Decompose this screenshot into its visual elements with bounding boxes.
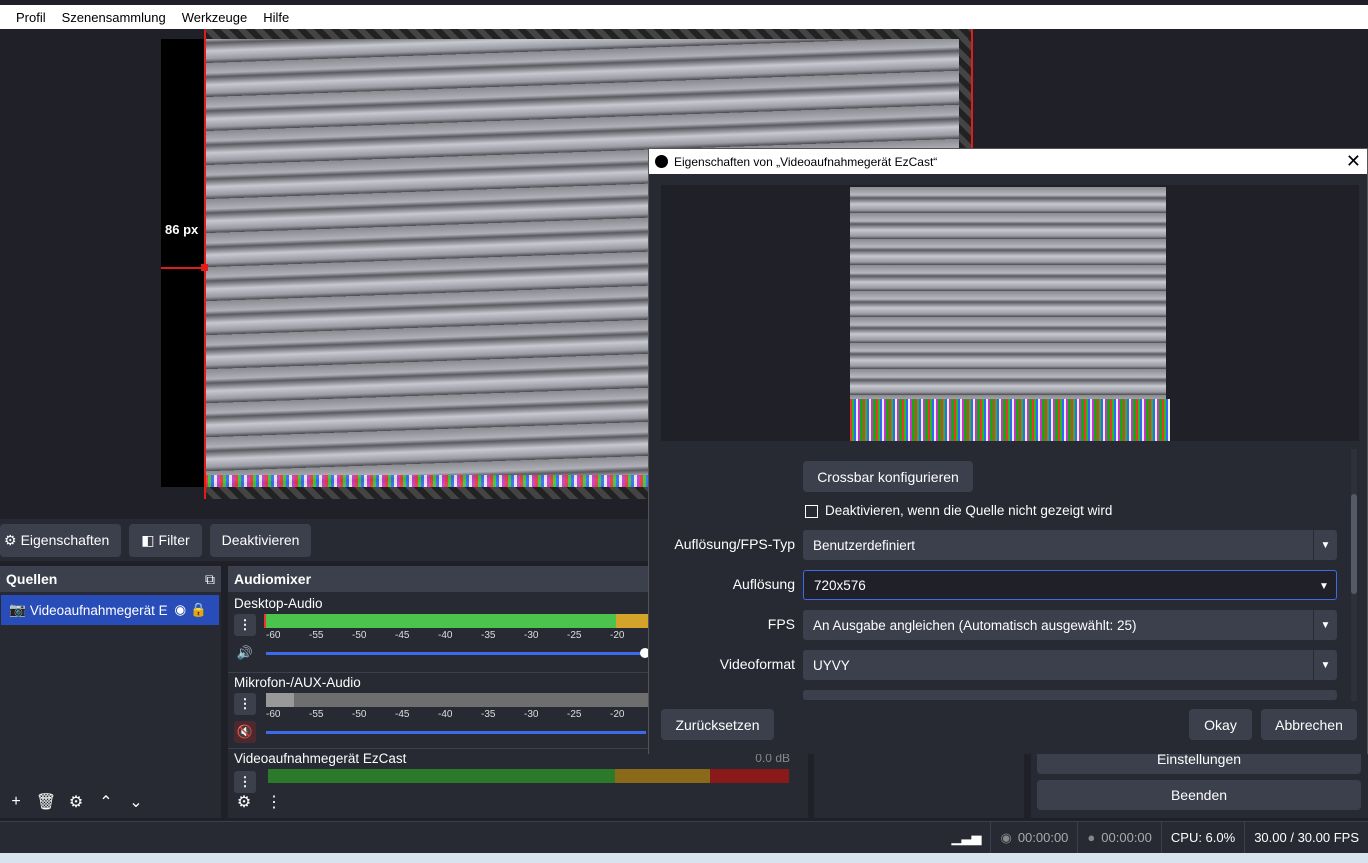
reset-button[interactable]: Zurücksetzen xyxy=(661,709,774,740)
eye-icon[interactable]: ◉ xyxy=(174,602,186,618)
deactivate-button[interactable]: Deaktivieren xyxy=(209,523,312,557)
source-item-label: Videoaufnahmegerät E xyxy=(29,602,168,618)
chevron-down-icon: ▼ xyxy=(1313,650,1337,680)
next-field-select-partial[interactable] xyxy=(803,690,1337,700)
gear-icon[interactable]: ⚙ xyxy=(64,790,88,814)
sources-bottom-bar: + 🗑 ⚙ ⌃ ⌄ xyxy=(4,790,148,814)
resolution-label: Auflösung xyxy=(732,576,795,592)
recording-status: ● 00:00:00 xyxy=(1077,821,1160,854)
fps-select[interactable]: An Ausgabe angleichen (Automatisch ausge… xyxy=(803,610,1337,640)
deactivate-checkbox[interactable] xyxy=(805,505,818,518)
advanced-audio-gear-icon[interactable]: ⚙ xyxy=(232,790,256,814)
sources-title: Quellen xyxy=(6,571,58,587)
network-signal-icon: ▁▃▅ xyxy=(951,829,982,845)
mixer-channel-capture: Videoaufnahmegerät EzCast 0.0 dB ⋮ xyxy=(228,748,808,798)
menu-profil[interactable]: Profil xyxy=(8,10,54,25)
video-format-label: Videoformat xyxy=(719,656,795,672)
speaker-icon[interactable]: 🔊 xyxy=(234,642,256,664)
distance-label: 86 px xyxy=(165,222,199,237)
video-format-value: UYVY xyxy=(813,657,850,673)
sources-dock: Quellen ⧉ 📷 Videoaufnahmegerät E ◉ 🔒 + 🗑… xyxy=(0,566,221,818)
chevron-down-icon: ▼ xyxy=(1313,610,1337,640)
resolution-type-label: Auflösung/FPS-Typ xyxy=(674,536,795,552)
deactivate-checkbox-label: Deaktivieren, wenn die Quelle nicht geze… xyxy=(825,503,1113,518)
taskbar xyxy=(0,853,1368,863)
menu-help[interactable]: Hilfe xyxy=(255,10,297,25)
resolution-value: 720x576 xyxy=(814,577,866,593)
fps-label: FPS xyxy=(767,616,795,632)
dialog-video-frame xyxy=(850,187,1170,441)
more-options-icon[interactable]: ⋮ xyxy=(234,693,256,715)
crop-hatch-top xyxy=(205,29,973,39)
dialog-title: Eigenschaften von „Videoaufnahmegerät Ez… xyxy=(674,154,938,169)
muted-speaker-icon[interactable]: 🔇 xyxy=(234,721,256,743)
meter-scale: -60 -55 -50 -45 -40 -35 -30 -25 -20 xyxy=(266,630,625,641)
resize-handle-left[interactable] xyxy=(201,264,208,271)
chevron-down-icon: ▼ xyxy=(1313,530,1337,560)
chevron-up-icon[interactable]: ⌃ xyxy=(94,790,118,814)
channel-name: Videoaufnahmegerät EzCast xyxy=(234,751,407,766)
fps-value: An Ausgabe angleichen (Automatisch ausge… xyxy=(813,617,1137,633)
channel-name: Mikrofon-/AUX-Audio xyxy=(234,675,361,690)
gear-icon: ⚙ xyxy=(4,531,17,548)
exit-button[interactable]: Beenden xyxy=(1037,780,1361,810)
menu-tools[interactable]: Werkzeuge xyxy=(174,10,256,25)
sources-dock-title: Quellen ⧉ xyxy=(0,566,221,592)
volume-meter xyxy=(268,769,789,783)
source-item[interactable]: 📷 Videoaufnahmegerät E ◉ 🔒 xyxy=(1,595,219,625)
dialog-titlebar: Eigenschaften von „Videoaufnahmegerät Ez… xyxy=(649,149,1367,174)
dialog-scrollbar[interactable] xyxy=(1351,449,1357,701)
cpu-usage: CPU: 6.0% xyxy=(1160,821,1244,854)
add-icon[interactable]: + xyxy=(4,790,28,814)
resolution-select[interactable]: 720x576 ▼ xyxy=(803,570,1337,600)
filters-label: Filter xyxy=(158,532,190,548)
cancel-button[interactable]: Abbrechen xyxy=(1261,709,1357,740)
status-bar: ▁▃▅ ◉ 00:00:00 ● 00:00:00 CPU: 6.0% 30.0… xyxy=(0,821,1368,854)
preview-letterbox xyxy=(161,39,205,487)
properties-label: Eigenschaften xyxy=(20,532,110,548)
ok-button[interactable]: Okay xyxy=(1189,709,1252,740)
camera-icon: 📷 xyxy=(9,602,26,617)
more-options-icon[interactable]: ⋮ xyxy=(234,614,256,636)
undock-icon[interactable]: ⧉ xyxy=(205,571,215,588)
resolution-type-select[interactable]: Benutzerdefiniert ▼ xyxy=(803,530,1337,560)
dialog-button-bar: Zurücksetzen Okay Abbrechen xyxy=(649,702,1367,754)
properties-dialog: Eigenschaften von „Videoaufnahmegerät Ez… xyxy=(648,148,1368,754)
record-icon: ● xyxy=(1087,830,1096,845)
menu-bar: Profil Szenensammlung Werkzeuge Hilfe xyxy=(0,0,1368,29)
meter-scale: -60 -55 -50 -45 -40 -35 -30 -25 -20 xyxy=(266,709,625,720)
volume-slider[interactable] xyxy=(266,652,646,655)
trash-icon[interactable]: 🗑 xyxy=(34,790,58,814)
chevron-down-icon: ▼ xyxy=(1319,580,1329,592)
lock-icon[interactable]: 🔒 xyxy=(190,602,207,618)
video-format-select[interactable]: UYVY ▼ xyxy=(803,650,1337,680)
volume-slider[interactable] xyxy=(266,731,646,734)
filter-icon: ◧ xyxy=(141,531,155,548)
channel-name: Desktop-Audio xyxy=(234,596,323,611)
stream-time: 00:00:00 xyxy=(1017,830,1069,845)
obs-logo-icon xyxy=(655,155,668,168)
chevron-down-icon[interactable]: ⌄ xyxy=(124,790,148,814)
resolution-type-value: Benutzerdefiniert xyxy=(813,537,916,553)
distance-guide-line xyxy=(161,267,205,269)
bounding-box-right xyxy=(971,29,973,149)
filters-button[interactable]: ◧ Filter xyxy=(129,523,202,557)
more-options-icon[interactable]: ⋮ xyxy=(262,790,286,814)
properties-button[interactable]: ⚙ Eigenschaften xyxy=(0,523,122,557)
broadcast-icon: ◉ xyxy=(1000,829,1012,845)
fps-readout: 30.00 / 30.00 FPS xyxy=(1244,821,1368,854)
record-time: 00:00:00 xyxy=(1101,830,1152,845)
streaming-status: ◉ 00:00:00 xyxy=(990,821,1077,854)
mixer-bottom-bar: ⚙ ⋮ xyxy=(232,790,286,814)
dialog-video-noise xyxy=(850,399,1170,441)
dialog-preview xyxy=(661,185,1359,441)
crossbar-button[interactable]: Crossbar konfigurieren xyxy=(803,461,973,492)
close-icon[interactable]: ✕ xyxy=(1346,151,1361,172)
crop-hatch-bottom xyxy=(205,487,648,499)
menu-scene-collection[interactable]: Szenensammlung xyxy=(54,10,174,25)
